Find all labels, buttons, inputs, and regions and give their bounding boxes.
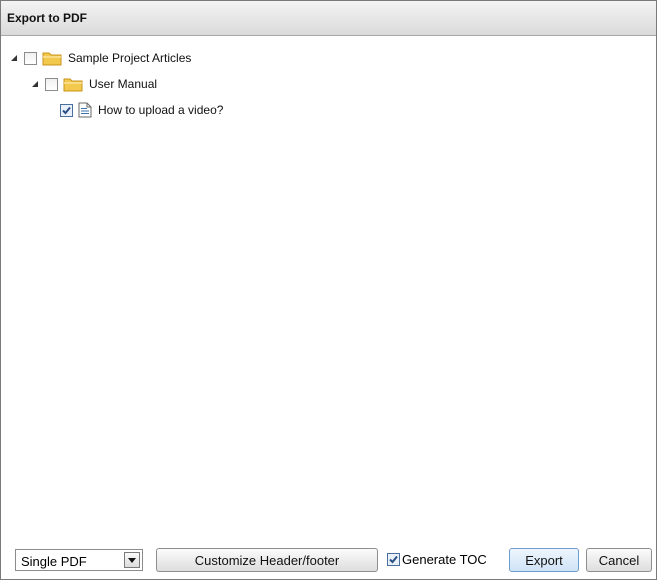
expand-toggle-icon[interactable] (30, 79, 40, 89)
dialog-titlebar: Export to PDF (1, 1, 656, 36)
customize-header-footer-button[interactable]: Customize Header/footer (156, 548, 378, 572)
chevron-down-icon[interactable] (124, 552, 140, 568)
generate-toc-checkbox[interactable] (387, 553, 400, 566)
checkmark-icon (389, 555, 398, 564)
tree-node-label: How to upload a video? (98, 103, 224, 117)
pdf-format-select[interactable]: Single PDF (15, 549, 143, 571)
article-tree: Sample Project Articles User Manual How … (9, 45, 656, 123)
dialog-title: Export to PDF (7, 11, 87, 25)
tree-node-user-manual[interactable]: User Manual (9, 71, 656, 97)
tree-node-sample-project-articles[interactable]: Sample Project Articles (9, 45, 656, 71)
tree-checkbox-how-to-upload-a-video[interactable] (60, 103, 73, 117)
pdf-format-value: Single PDF (21, 554, 87, 569)
tree-checkbox-sample-project-articles[interactable] (24, 51, 37, 65)
cancel-button[interactable]: Cancel (586, 548, 652, 572)
generate-toc-toggle[interactable]: Generate TOC (387, 552, 487, 567)
export-to-pdf-dialog: Export to PDF Sample Project Articles Us… (0, 0, 657, 580)
checkmark-icon (62, 106, 71, 114)
folder-icon (63, 76, 83, 92)
document-icon (78, 102, 92, 118)
tree-node-label: User Manual (89, 77, 158, 91)
export-button[interactable]: Export (509, 548, 579, 572)
tree-checkbox-user-manual[interactable] (45, 77, 58, 91)
tree-node-label: Sample Project Articles (68, 51, 192, 65)
folder-icon (42, 50, 62, 66)
dialog-footer: Single PDF Customize Header/footer Gener… (1, 539, 656, 579)
generate-toc-label: Generate TOC (402, 552, 487, 567)
tree-node-how-to-upload-a-video[interactable]: How to upload a video? (9, 97, 656, 123)
expand-toggle-icon[interactable] (9, 53, 19, 63)
